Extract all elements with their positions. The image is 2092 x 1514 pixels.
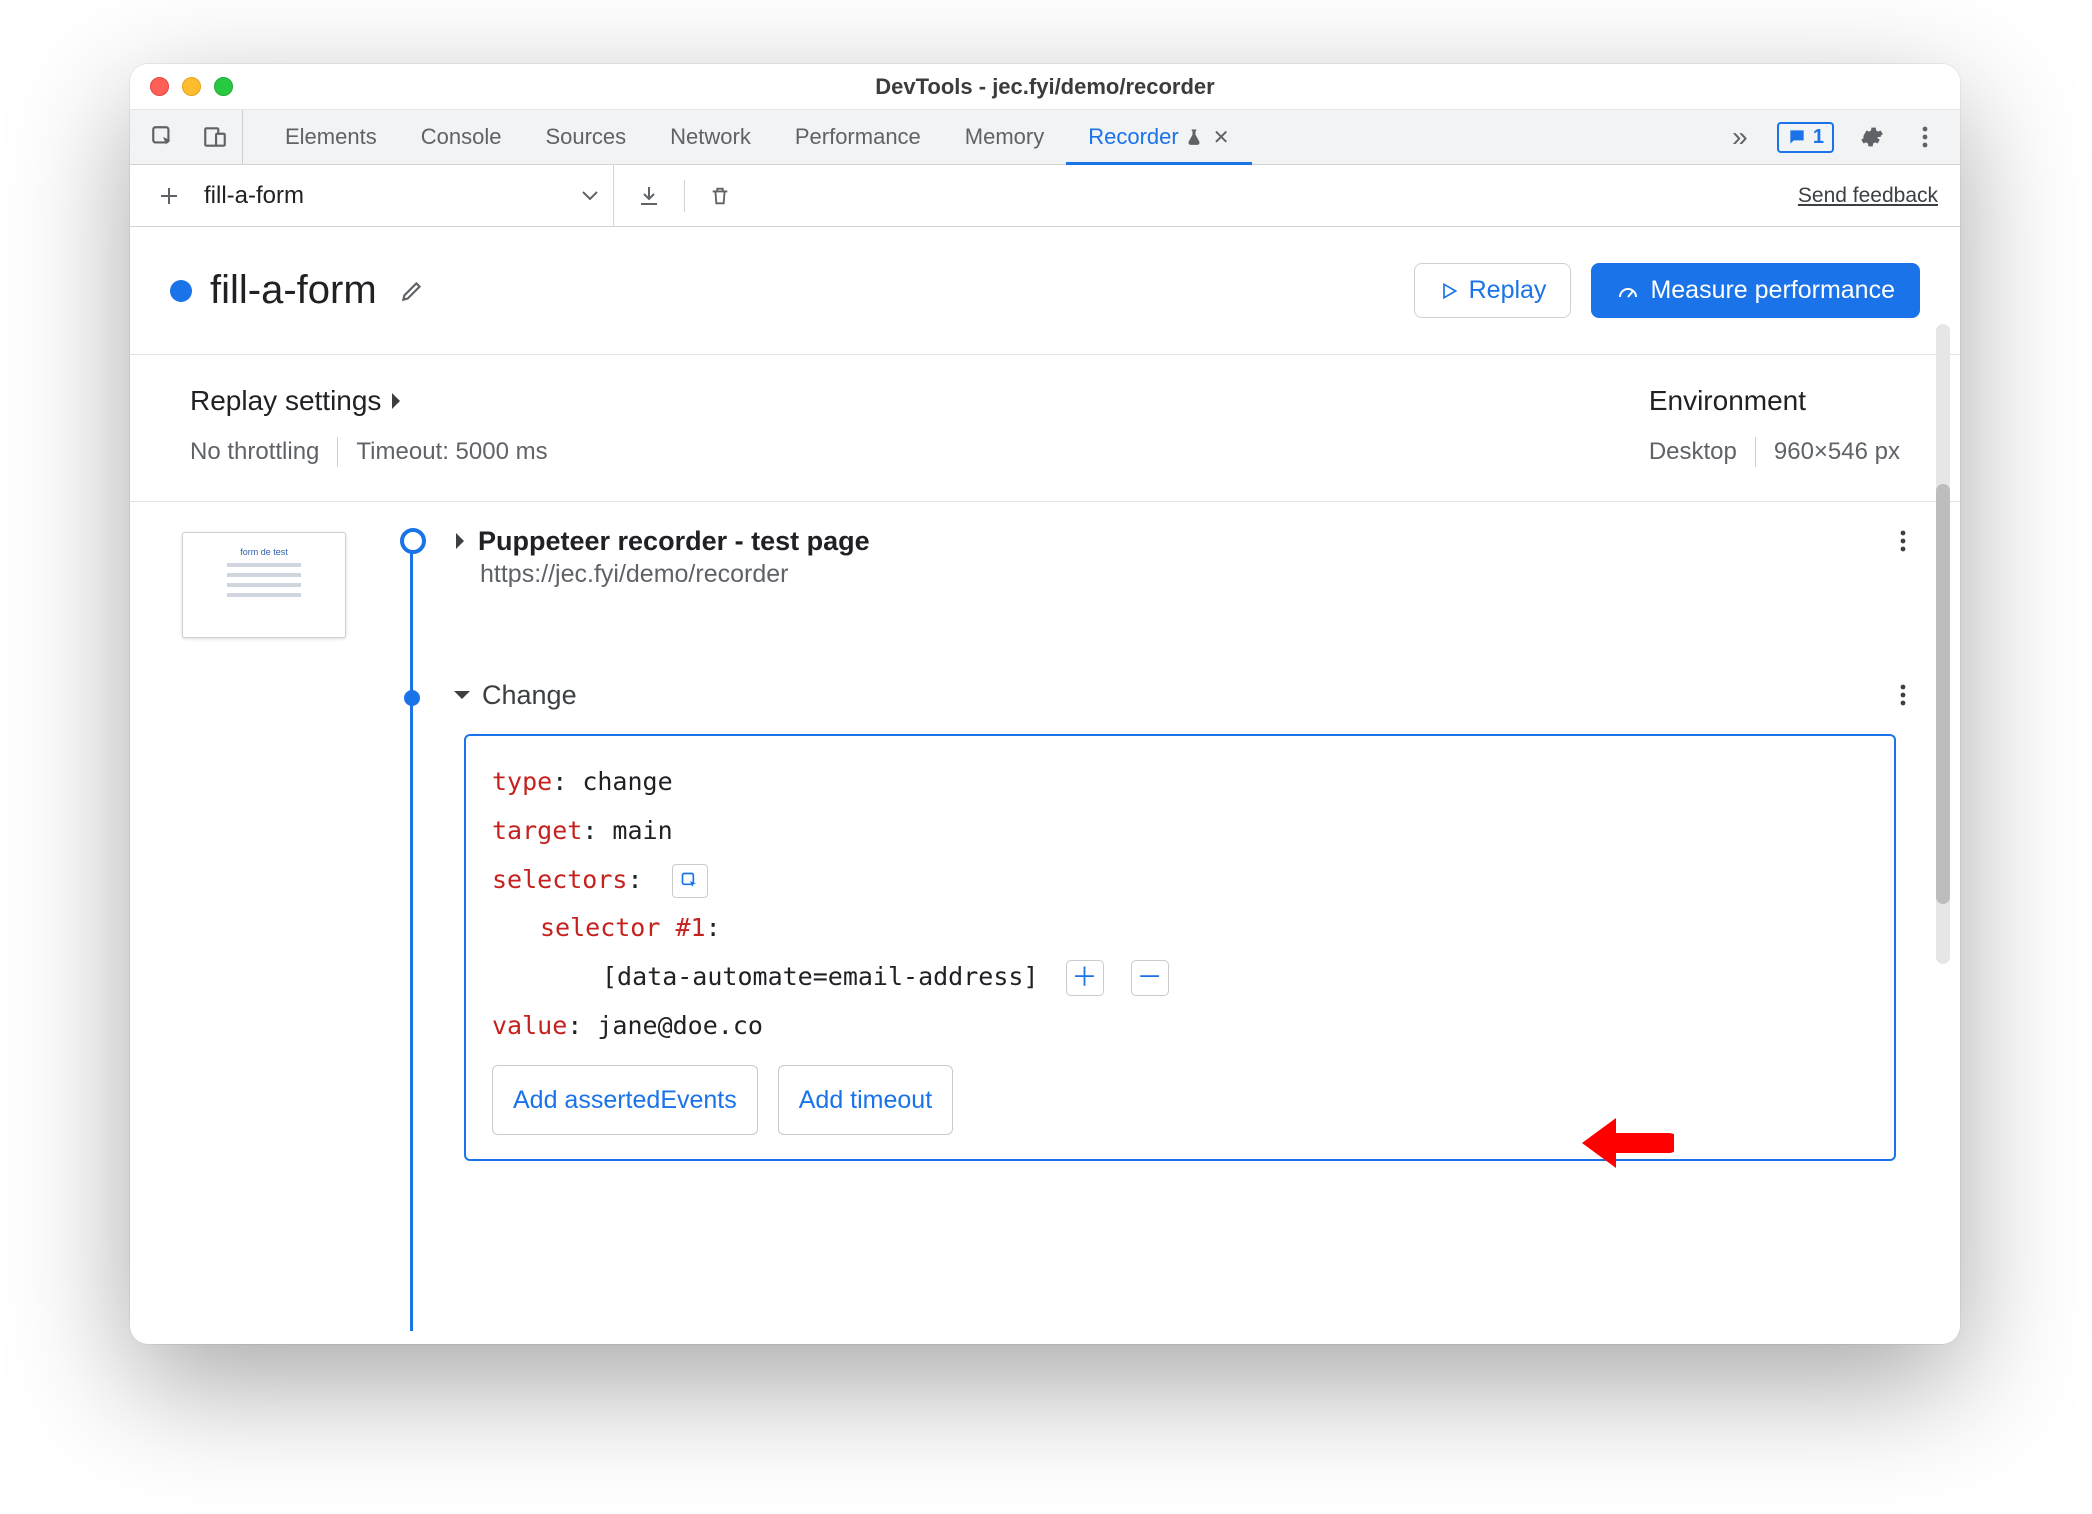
close-icon[interactable]: ✕ [1213,125,1230,150]
scrollbar[interactable] [1936,324,1950,964]
environment-heading: Environment [1649,385,1900,417]
step-change[interactable]: Change [452,678,1920,712]
recording-toolbar: fill-a-form Send feedback [130,165,1960,227]
inspect-icon[interactable] [146,120,180,154]
step-title: Puppeteer recorder - test page [478,526,870,557]
tab-network[interactable]: Network [648,110,773,164]
edit-title-icon[interactable] [395,274,429,308]
tab-console[interactable]: Console [399,110,524,164]
close-window-icon[interactable] [150,77,169,96]
replay-button[interactable]: Replay [1414,263,1572,318]
tab-memory[interactable]: Memory [943,110,1066,164]
delete-icon[interactable] [703,179,737,213]
add-timeout-button[interactable]: Add timeout [778,1065,953,1136]
export-icon[interactable] [632,179,666,213]
minimize-window-icon[interactable] [182,77,201,96]
kebab-menu-icon[interactable] [1908,120,1942,154]
add-asserted-events-button[interactable]: Add assertedEvents [492,1065,758,1136]
timeout-value: Timeout: 5000 ms [356,438,547,466]
step-title: Change [482,680,577,711]
recording-title: fill-a-form [210,268,377,313]
timeline-node-icon [404,690,420,706]
recording-header: fill-a-form Replay Measure performance [130,227,1960,355]
send-feedback-link[interactable]: Send feedback [1798,184,1938,208]
gauge-icon [1616,279,1640,303]
devtools-tabs: Elements Console Sources Network Perform… [130,110,1960,165]
chevron-right-icon [452,531,468,551]
device-value: Desktop [1649,438,1737,466]
detail-target-value[interactable]: main [612,816,672,845]
measure-performance-button[interactable]: Measure performance [1591,263,1920,318]
tab-elements[interactable]: Elements [263,110,399,164]
chevron-down-icon [452,688,472,702]
chevron-right-icon [389,391,403,411]
recording-status-dot-icon [170,280,192,302]
issues-chip[interactable]: 1 [1777,122,1834,153]
tab-recorder[interactable]: Recorder ✕ [1066,110,1251,164]
settings-strip: Replay settings No throttling Timeout: 5… [130,355,1960,502]
detail-type-value[interactable]: change [582,767,672,796]
replay-settings-heading[interactable]: Replay settings [190,385,548,417]
device-toggle-icon[interactable] [198,120,232,154]
annotation-arrow-icon [1574,1108,1674,1178]
step-url: https://jec.fyi/demo/recorder [480,560,1920,589]
new-recording-button[interactable] [152,179,186,213]
gear-icon[interactable] [1854,120,1888,154]
step-thumbnail: form de test [182,532,346,638]
zoom-window-icon[interactable] [214,77,233,96]
scrollbar-thumb[interactable] [1936,484,1950,904]
experiment-icon [1185,127,1203,147]
play-icon [1439,280,1459,302]
traffic-lights [130,77,233,96]
throttling-value: No throttling [190,438,319,466]
selector-value[interactable]: [data-automate=email-address] [602,962,1039,991]
step-detail-panel: type: change target: main selectors: sel… [464,734,1896,1161]
timeline-node-start-icon [400,528,426,554]
titlebar: DevTools - jec.fyi/demo/recorder [130,64,1960,110]
selector-picker-icon[interactable] [672,864,708,898]
recording-select-value: fill-a-form [204,182,304,210]
viewport-value: 960×546 px [1774,438,1900,466]
remove-selector-button[interactable]: － [1131,960,1169,996]
timeline-line [410,532,413,1331]
tab-sources[interactable]: Sources [523,110,648,164]
step-menu-icon[interactable] [1886,678,1920,712]
devtools-window: DevTools - jec.fyi/demo/recorder Element… [130,64,1960,1344]
step-menu-icon[interactable] [1886,524,1920,558]
chevron-down-icon [581,190,599,202]
recording-select[interactable]: fill-a-form [204,165,614,226]
add-selector-button[interactable]: ＋ [1066,960,1104,996]
step-navigation[interactable]: Puppeteer recorder - test page https://j… [452,524,1920,589]
detail-value-field[interactable]: jane@doe.co [597,1011,763,1040]
tab-performance[interactable]: Performance [773,110,943,164]
steps-area: form de test Puppeteer recorder - test p… [130,502,1960,1331]
more-tabs-icon[interactable]: » [1723,120,1757,154]
window-title: DevTools - jec.fyi/demo/recorder [875,74,1214,100]
